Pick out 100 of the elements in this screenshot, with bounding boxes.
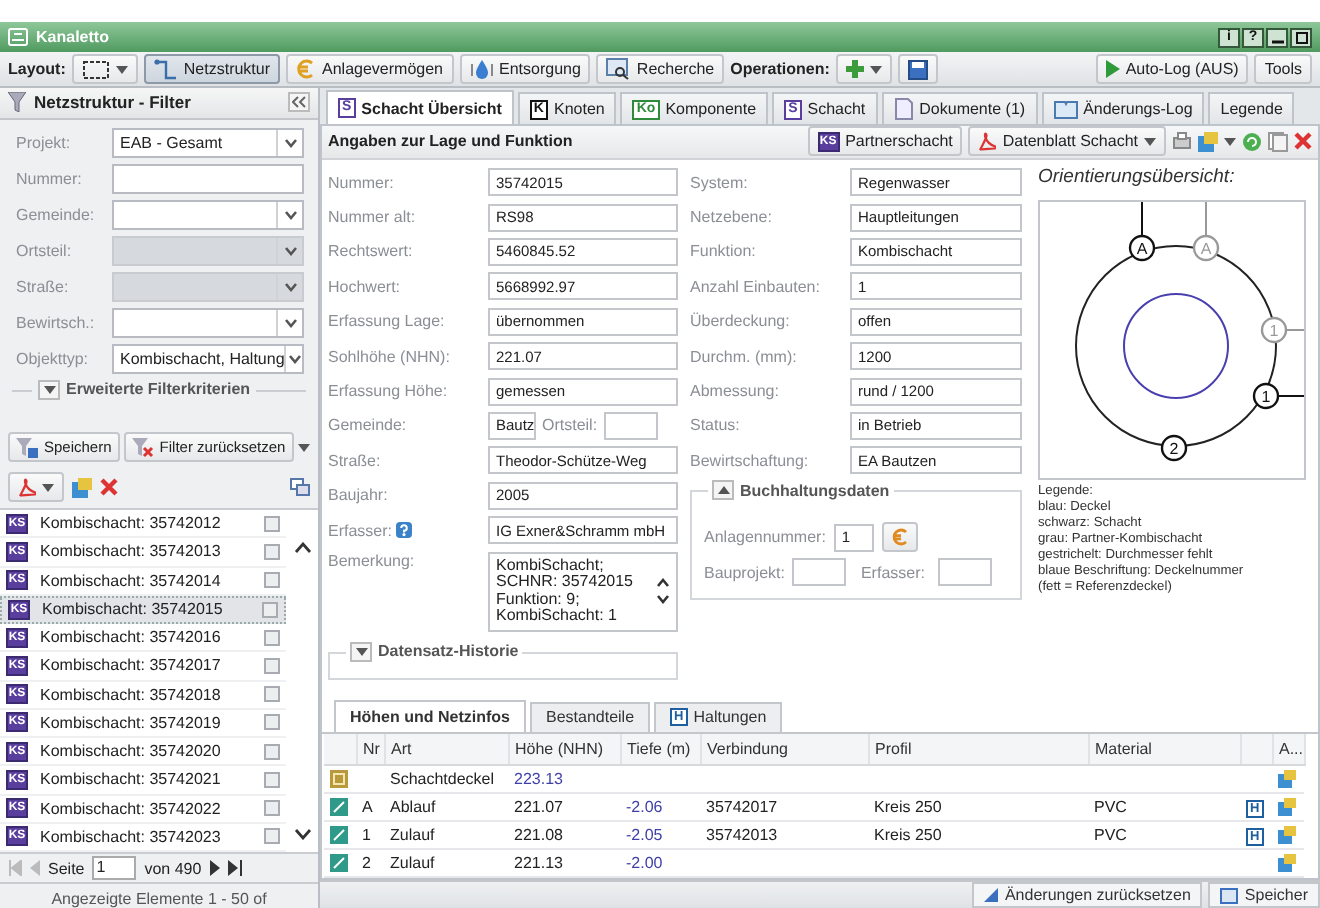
print-icon[interactable] [1172,131,1192,152]
caret-icon[interactable] [1144,137,1156,146]
table-cell: Kreis 250 [868,793,1088,822]
caret-icon[interactable] [1224,137,1236,146]
input-field[interactable] [112,163,304,194]
collapse-button[interactable] [288,92,310,113]
tab[interactable]: Höhen und Netzinfos [334,699,526,732]
checkbox[interactable] [264,828,280,845]
field-label: Status: [690,416,742,435]
module-button[interactable]: Recherche [596,54,725,84]
checkbox[interactable] [264,800,280,817]
column-header[interactable]: Höhe (NHN) [508,733,620,766]
tab[interactable]: Änderungs-Log [1041,92,1205,124]
field-label: Straße: [16,277,71,296]
delete-icon[interactable] [1294,132,1312,151]
field-label: Bauprojekt: [704,563,785,582]
collapse-icon [292,96,306,109]
scroll-up-icon[interactable] [656,578,670,589]
connection-icon [330,798,348,817]
expand-icon [43,385,55,394]
scroll-down-icon[interactable] [293,828,311,841]
save-button[interactable] [897,54,938,84]
dropdown-field[interactable]: Kombischacht, Haltung [112,343,304,374]
checkbox[interactable] [264,515,280,532]
checkbox[interactable] [264,543,280,560]
checkbox[interactable] [264,572,280,589]
expand-button[interactable] [350,641,372,662]
module-button[interactable]: Netzstruktur [143,54,281,84]
column-header[interactable]: Art [384,733,508,766]
dropdown-field[interactable]: EAB - Gesamt [112,127,304,158]
scroll-up-icon[interactable] [293,542,311,555]
filter-reset-icon [131,437,154,458]
page-field[interactable]: 1 [92,856,137,881]
checkbox[interactable] [264,743,280,760]
checkbox[interactable] [264,714,280,731]
tab[interactable]: Bestandteile [530,701,651,732]
field-label: System: [690,173,750,192]
module-button[interactable]: Anlagevermögen [286,54,453,84]
table-cell: Zulauf [384,849,508,878]
caret-icon[interactable] [115,65,128,73]
pdf-button[interactable] [8,472,64,503]
next-page-icon[interactable] [209,860,220,877]
field-label: Erfassung Höhe: [328,382,450,401]
auto-log-button[interactable]: Auto-Log (AUS) [1095,54,1249,84]
field-label: Anzahl Einbauten: [690,277,822,296]
dropdown-field[interactable] [112,199,304,230]
text-area[interactable]: KombiSchacht; SCHNR: 35742015 Funktion: 9; KombiSchacht: 1 [488,551,678,632]
scroll-down-icon[interactable] [656,594,670,605]
filter-save-icon [16,437,38,458]
field-label: Erfasser: [860,563,925,582]
module-button[interactable]: Entsorgung [459,54,591,84]
euro-button[interactable] [881,522,918,553]
tab[interactable]: Legende [1208,92,1295,124]
input-field[interactable] [792,558,847,587]
pdf-icon [18,477,36,498]
table-cell: -2.06 [620,793,700,822]
column-header[interactable]: Profil [868,733,1088,766]
table-cell: 2 [356,849,384,878]
layout-button[interactable] [71,54,138,84]
window-icon[interactable] [290,478,310,497]
page-count: von 490 [144,859,202,878]
cover-ring-drawing [1123,292,1229,399]
maximize-button[interactable] [1290,27,1312,47]
column-header[interactable]: Verbindung [700,733,868,766]
export-icon[interactable] [72,477,92,498]
checkbox[interactable] [264,771,280,788]
datasheet-button[interactable]: Datenblatt Schacht [968,126,1166,157]
checkbox[interactable] [264,686,280,703]
caret-icon[interactable] [42,483,54,492]
field-label: Objekttyp: [16,349,91,368]
window-title: Kanaletto [36,28,111,46]
input-field[interactable] [603,411,658,440]
checkbox[interactable] [262,601,278,618]
delete-icon[interactable] [100,478,118,497]
tab[interactable]: Dokumente (1) [881,92,1038,124]
copy-icon[interactable] [1268,131,1288,152]
caret-icon[interactable] [869,65,882,73]
export-icon[interactable] [1198,131,1218,152]
input-field[interactable] [938,558,993,587]
connection-icon [330,854,348,873]
section-title: Erweiterte Filterkriterien [66,380,251,399]
field-label: Baujahr: [328,486,390,505]
add-button[interactable] [835,54,892,84]
last-page-icon[interactable] [227,860,242,877]
save-button[interactable]: Speicher [1208,882,1320,908]
checkbox[interactable] [264,629,280,646]
refresh-icon[interactable] [1242,131,1262,152]
field-label: Abmessung: [690,382,781,401]
reset-changes-button[interactable]: Änderungen zurücksetzen [972,882,1203,908]
column-header[interactable]: Tiefe (m) [620,733,700,766]
tools-button[interactable]: Tools [1254,54,1312,84]
help-icon[interactable] [396,522,413,539]
collapse-button[interactable] [712,480,734,501]
minimize-button[interactable] [1266,27,1288,47]
dropdown-field[interactable] [112,307,304,338]
expand-button[interactable] [38,379,60,400]
checkbox[interactable] [264,657,280,674]
plus-icon [845,60,864,78]
caret-icon[interactable] [297,443,310,452]
column-header[interactable]: Material [1088,733,1240,766]
